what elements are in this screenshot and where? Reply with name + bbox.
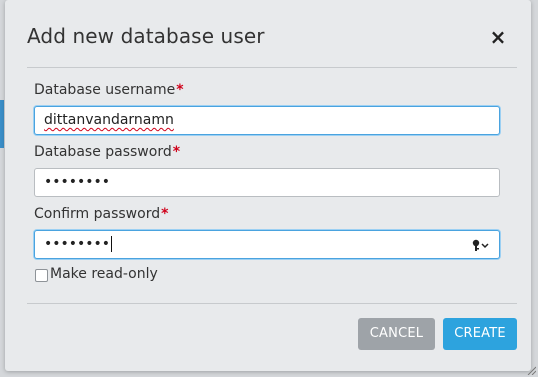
header-divider <box>27 67 517 68</box>
required-mark: * <box>172 144 181 160</box>
text-caret <box>111 236 113 252</box>
username-value: dittanvandarnamn <box>44 112 174 128</box>
resize-grip-icon[interactable] <box>526 365 536 375</box>
dialog-header: Add new database user × <box>27 24 507 52</box>
key-icon[interactable] <box>471 237 491 253</box>
background-accent-strip <box>0 100 4 148</box>
username-label: Database username* <box>34 82 184 98</box>
dialog-title: Add new database user <box>27 24 265 48</box>
create-button[interactable]: CREATE <box>443 318 517 350</box>
confirm-password-label-text: Confirm password <box>34 206 161 222</box>
confirm-password-input[interactable]: •••••••• <box>34 230 500 259</box>
required-mark: * <box>161 206 169 222</box>
password-input[interactable]: •••••••• <box>34 168 500 197</box>
confirm-password-label: Confirm password* <box>34 206 168 222</box>
cancel-button[interactable]: CANCEL <box>358 318 435 350</box>
footer-divider <box>27 303 517 304</box>
password-label-text: Database password <box>34 144 172 160</box>
confirm-password-value: •••••••• <box>44 236 111 252</box>
username-label-text: Database username <box>34 82 176 98</box>
add-database-user-dialog: Add new database user × Database usernam… <box>5 0 531 371</box>
read-only-label[interactable]: Make read-only <box>50 266 158 282</box>
password-value: •••••••• <box>44 174 111 190</box>
password-label: Database password* <box>34 144 180 160</box>
read-only-checkbox[interactable] <box>35 269 48 282</box>
close-icon[interactable]: × <box>489 27 507 47</box>
required-mark: * <box>176 82 184 98</box>
username-input[interactable]: dittanvandarnamn <box>34 106 500 135</box>
